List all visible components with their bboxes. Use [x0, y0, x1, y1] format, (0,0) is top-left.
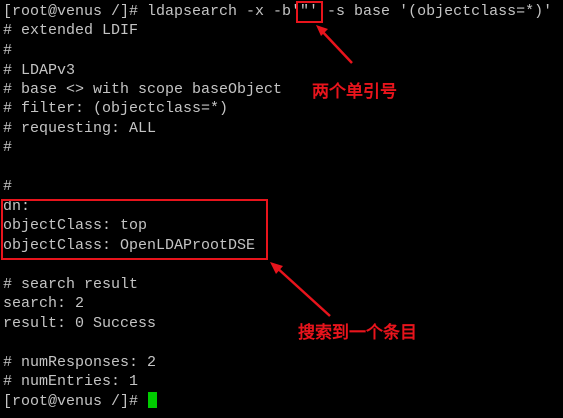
entry-annotation: 搜索到一个条目	[298, 323, 417, 343]
terminal-window[interactable]: [root@venus /]# ldapsearch -x -b'"' -s b…	[0, 0, 563, 418]
arrow-to-quotes	[319, 28, 353, 64]
quotes-annotation: 两个单引号	[312, 82, 397, 102]
arrow-to-entry	[274, 265, 331, 317]
annotation-arrows	[270, 25, 353, 317]
